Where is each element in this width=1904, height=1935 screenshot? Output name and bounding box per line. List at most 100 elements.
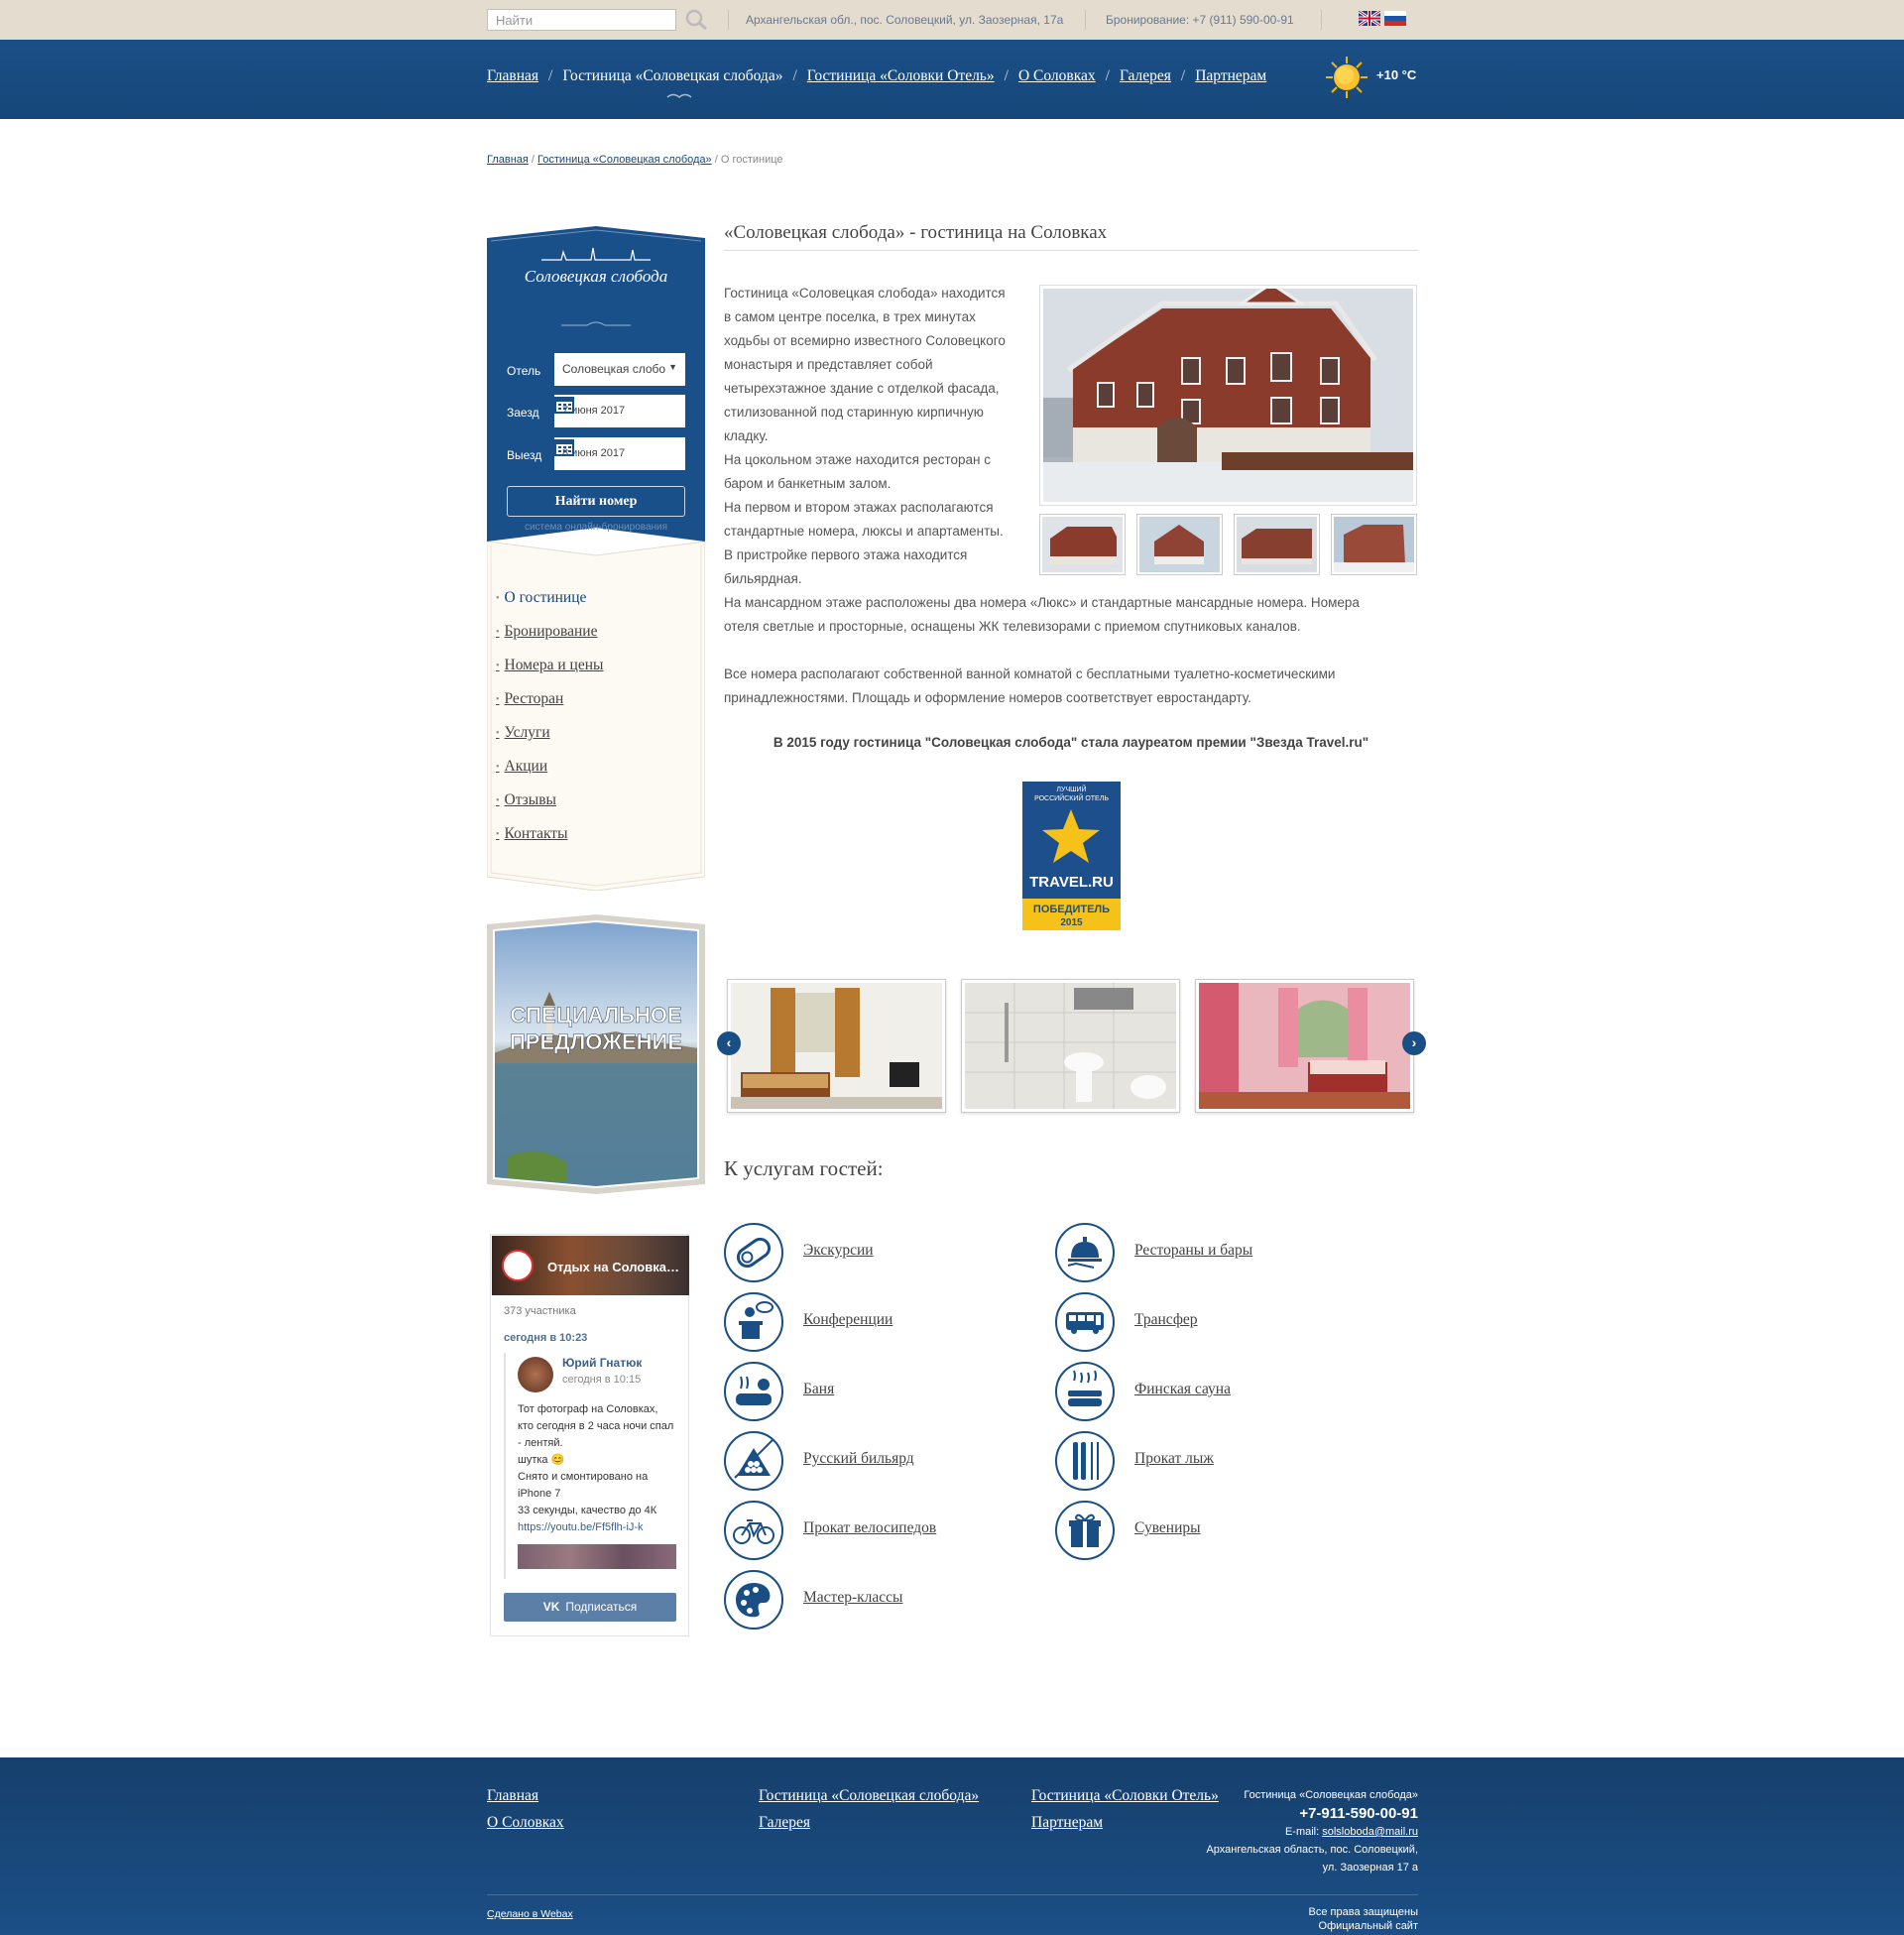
chevron-left-icon: ‹	[726, 1034, 732, 1050]
footer-phone[interactable]: +7-911-590-00-91	[1299, 1805, 1418, 1822]
footer-link-partners[interactable]: Партнерам	[1031, 1814, 1103, 1832]
header-booking-phone: Бронирование: +7 (911) 590-00-91	[1106, 13, 1294, 27]
footer-divider	[487, 1894, 1418, 1895]
gift-icon[interactable]	[1054, 1500, 1116, 1561]
calendar-icon[interactable]	[554, 437, 574, 456]
room-photo[interactable]	[727, 979, 946, 1113]
calendar-icon[interactable]	[554, 395, 574, 414]
checkin-date-input[interactable]: 7 июня 2017	[554, 395, 685, 427]
nav-partners[interactable]: Партнерам	[1195, 67, 1266, 84]
russia-flag-icon[interactable]	[1384, 11, 1406, 26]
special-offer-banner[interactable]: СПЕЦИАЛЬНОЕ ПРЕДЛОЖЕНИЕ	[487, 914, 705, 1194]
menu-item-reviews[interactable]: Отзывы	[505, 791, 603, 825]
hotel-select[interactable]: Соловецкая слобо ▼	[554, 353, 685, 386]
divider	[1321, 10, 1322, 30]
nav-hotel-sloboda[interactable]: Гостиница «Соловецкая слобода»	[562, 67, 782, 84]
menu-item-contacts[interactable]: Контакты	[505, 825, 603, 859]
footer-link-hotel-solovki[interactable]: Гостиница «Соловки Отель»	[1031, 1787, 1219, 1805]
service-ski-rental[interactable]: Прокат лыж	[1134, 1450, 1214, 1468]
breadcrumb-hotel[interactable]: Гостиница «Соловецкая слобода»	[537, 154, 712, 166]
service-master-classes[interactable]: Мастер-классы	[803, 1589, 902, 1607]
breadcrumb: Главная / Гостиница «Соловецкая слобода»…	[487, 154, 783, 166]
service-billiards[interactable]: Русский бильярд	[803, 1450, 914, 1468]
room-photo[interactable]	[1195, 979, 1414, 1113]
breadcrumb-home[interactable]: Главная	[487, 154, 529, 166]
hotel-main-photo[interactable]	[1039, 282, 1417, 506]
description-line: Все номера располагают собственной ванно…	[724, 666, 1336, 681]
service-finnish-sauna[interactable]: Финская сауна	[1134, 1381, 1231, 1398]
nav-home[interactable]: Главная	[487, 67, 538, 84]
vk-post-image[interactable]	[518, 1544, 676, 1569]
menu-item-offers[interactable]: Акции	[505, 758, 603, 791]
footer-link-about-solovki[interactable]: О Соловках	[487, 1814, 564, 1832]
badge-brand: TRAVEL.RU	[1029, 874, 1114, 891]
search-icon[interactable]	[684, 8, 710, 32]
footer-link-hotel-sloboda[interactable]: Гостиница «Соловецкая слобода»	[759, 1787, 979, 1805]
sauna-icon[interactable]	[1054, 1361, 1116, 1422]
uk-flag-icon[interactable]	[1359, 11, 1380, 26]
footer-link-gallery[interactable]: Галерея	[759, 1814, 810, 1832]
avatar[interactable]	[518, 1357, 553, 1392]
services-title: К услугам гостей:	[724, 1156, 884, 1180]
special-offer-image: СПЕЦИАЛЬНОЕ ПРЕДЛОЖЕНИЕ	[487, 914, 705, 1194]
menu-item-booking[interactable]: Бронирование	[505, 623, 603, 657]
menu-item-restaurant[interactable]: Ресторан	[505, 690, 603, 724]
nav-hotel-solovki[interactable]: Гостиница «Соловки Отель»	[807, 67, 995, 84]
footer-made-by-link[interactable]: Сделано в Webax	[487, 1908, 573, 1920]
footer-email-link[interactable]: solsloboda@mail.ru	[1322, 1826, 1418, 1838]
ornament-icon	[561, 321, 631, 326]
divider	[728, 10, 729, 30]
checkout-label: Выезд	[507, 448, 542, 462]
vk-group-header[interactable]: Отдых на Соловках...	[492, 1236, 689, 1295]
vk-post-link[interactable]: https://youtu.be/Ff5flh-iJ-k	[518, 1521, 644, 1533]
checkout-date-input[interactable]: 8 июня 2017	[554, 437, 685, 470]
chevron-down-icon: ▼	[668, 362, 677, 372]
service-transfer[interactable]: Трансфер	[1134, 1311, 1198, 1329]
header-address: Архангельская обл., пос. Соловецкий, ул.…	[746, 13, 1064, 27]
nav-gallery[interactable]: Галерея	[1120, 67, 1171, 84]
badge-year: 2015	[1060, 917, 1083, 928]
bicycle-icon[interactable]	[723, 1500, 784, 1561]
excursion-scroll-icon[interactable]	[723, 1222, 784, 1283]
menu-item-rooms[interactable]: Номера и цены	[505, 657, 604, 690]
badge-winner: ПОБЕДИТЕЛЬ	[1033, 904, 1110, 915]
divider	[724, 250, 1418, 251]
footer-link-home[interactable]: Главная	[487, 1787, 538, 1805]
skis-icon[interactable]	[1054, 1430, 1116, 1492]
search-input[interactable]: Найти	[487, 9, 676, 31]
bus-icon[interactable]	[1054, 1291, 1116, 1353]
palette-icon[interactable]	[723, 1569, 784, 1631]
travel-ru-award-badge[interactable]: ЛУЧШИЙ РОССИЙСКИЙ ОТЕЛЬ TRAVEL.RU ПОБЕДИ…	[1022, 782, 1121, 930]
cloche-restaurant-icon[interactable]	[1054, 1222, 1116, 1283]
hotel-photo-thumbnail[interactable]	[1331, 514, 1417, 575]
room-photo[interactable]	[961, 979, 1180, 1113]
service-excursions[interactable]: Экскурсии	[803, 1242, 874, 1260]
vk-group-name[interactable]: Отдых на Соловках...	[547, 1260, 681, 1274]
conference-speaker-icon[interactable]	[723, 1291, 784, 1353]
service-conferences[interactable]: Конференции	[803, 1311, 892, 1329]
service-souvenirs[interactable]: Сувениры	[1134, 1519, 1201, 1537]
vk-subscribe-button[interactable]: VK Подписаться	[504, 1593, 676, 1622]
hotel-photo-thumbnail[interactable]	[1039, 514, 1126, 575]
carousel-prev-button[interactable]: ‹	[717, 1031, 741, 1055]
checkin-label: Заезд	[507, 406, 539, 420]
hotel-photo-thumbnail[interactable]	[1136, 514, 1223, 575]
vk-post-time[interactable]: сегодня в 10:23	[504, 1332, 587, 1344]
menu-item-about[interactable]: О гостинице	[505, 589, 603, 623]
menu-item-services[interactable]: Услуги	[505, 724, 603, 758]
vk-post-author[interactable]: Юрий Гнатюк	[562, 1356, 642, 1370]
billiards-triangle-icon[interactable]	[723, 1430, 784, 1492]
bath-tub-icon[interactable]	[723, 1361, 784, 1422]
hotel-photo-thumbnail[interactable]	[1234, 514, 1320, 575]
chevron-right-icon: ›	[1411, 1034, 1417, 1050]
badge-line2: РОССИЙСКИЙ ОТЕЛЬ	[1034, 793, 1109, 802]
footer-email-line: E-mail: solsloboda@mail.ru	[1285, 1826, 1418, 1838]
vk-post-text: Тот фотограф на Соловках, кто сегодня в …	[518, 1401, 676, 1536]
find-room-button[interactable]: Найти номер	[507, 486, 685, 517]
nav-about-solovki[interactable]: О Соловках	[1018, 67, 1096, 84]
service-bicycle-rental[interactable]: Прокат велосипедов	[803, 1519, 936, 1537]
hotel-label: Отель	[507, 364, 541, 378]
service-restaurants[interactable]: Рестораны и бары	[1134, 1242, 1252, 1260]
carousel-next-button[interactable]: ›	[1402, 1031, 1426, 1055]
service-bath[interactable]: Баня	[803, 1381, 834, 1398]
